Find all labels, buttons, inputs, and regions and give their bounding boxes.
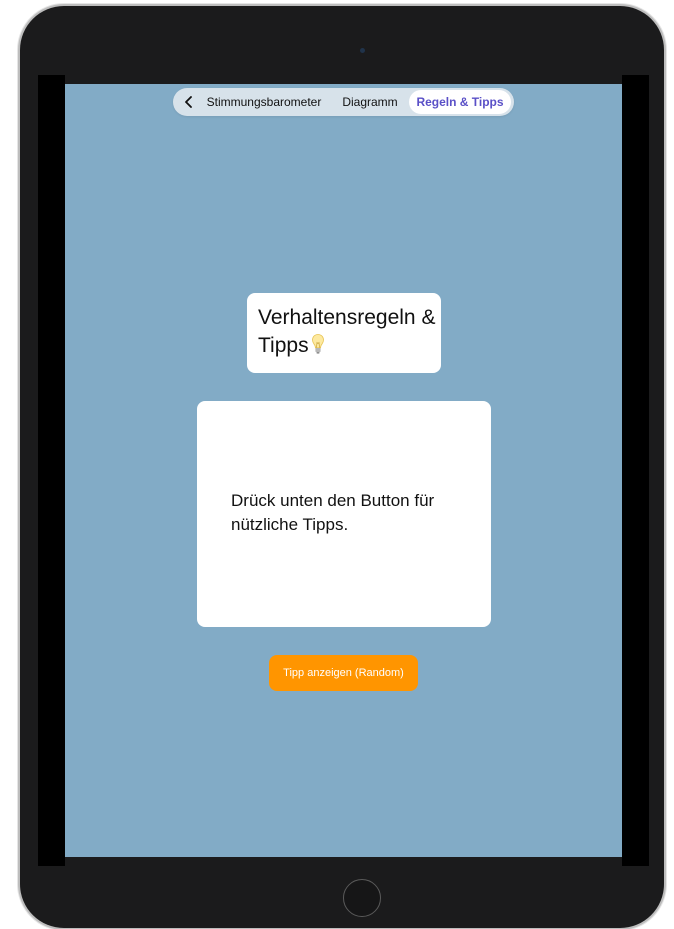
show-tip-button[interactable]: Tipp anzeigen (Random): [269, 655, 418, 691]
screen-bezel-left: [38, 75, 65, 866]
tab-diagramm[interactable]: Diagramm: [340, 88, 400, 116]
home-button[interactable]: [343, 879, 381, 917]
page-title-text: Verhaltensregeln & Tipps: [258, 306, 436, 357]
tab-stimmungsbarometer[interactable]: Stimmungsbarometer: [203, 88, 325, 116]
back-button[interactable]: [178, 88, 200, 116]
tip-card: Drück unten den Button für nützliche Tip…: [197, 401, 491, 627]
app-screen: Stimmungsbarometer Diagramm Regeln & Tip…: [65, 84, 622, 857]
segmented-nav-bar: Stimmungsbarometer Diagramm Regeln & Tip…: [173, 88, 514, 116]
title-card: Verhaltensregeln & Tipps: [247, 293, 441, 373]
page-title: Verhaltensregeln & Tipps: [258, 304, 438, 360]
front-camera: [360, 48, 365, 53]
lightbulb-icon: [311, 334, 324, 354]
chevron-left-icon: [185, 96, 192, 108]
tab-regeln-tipps[interactable]: Regeln & Tipps: [409, 90, 511, 114]
tip-text: Drück unten den Button für nützliche Tip…: [231, 491, 435, 534]
screen-bezel-right: [622, 75, 649, 866]
